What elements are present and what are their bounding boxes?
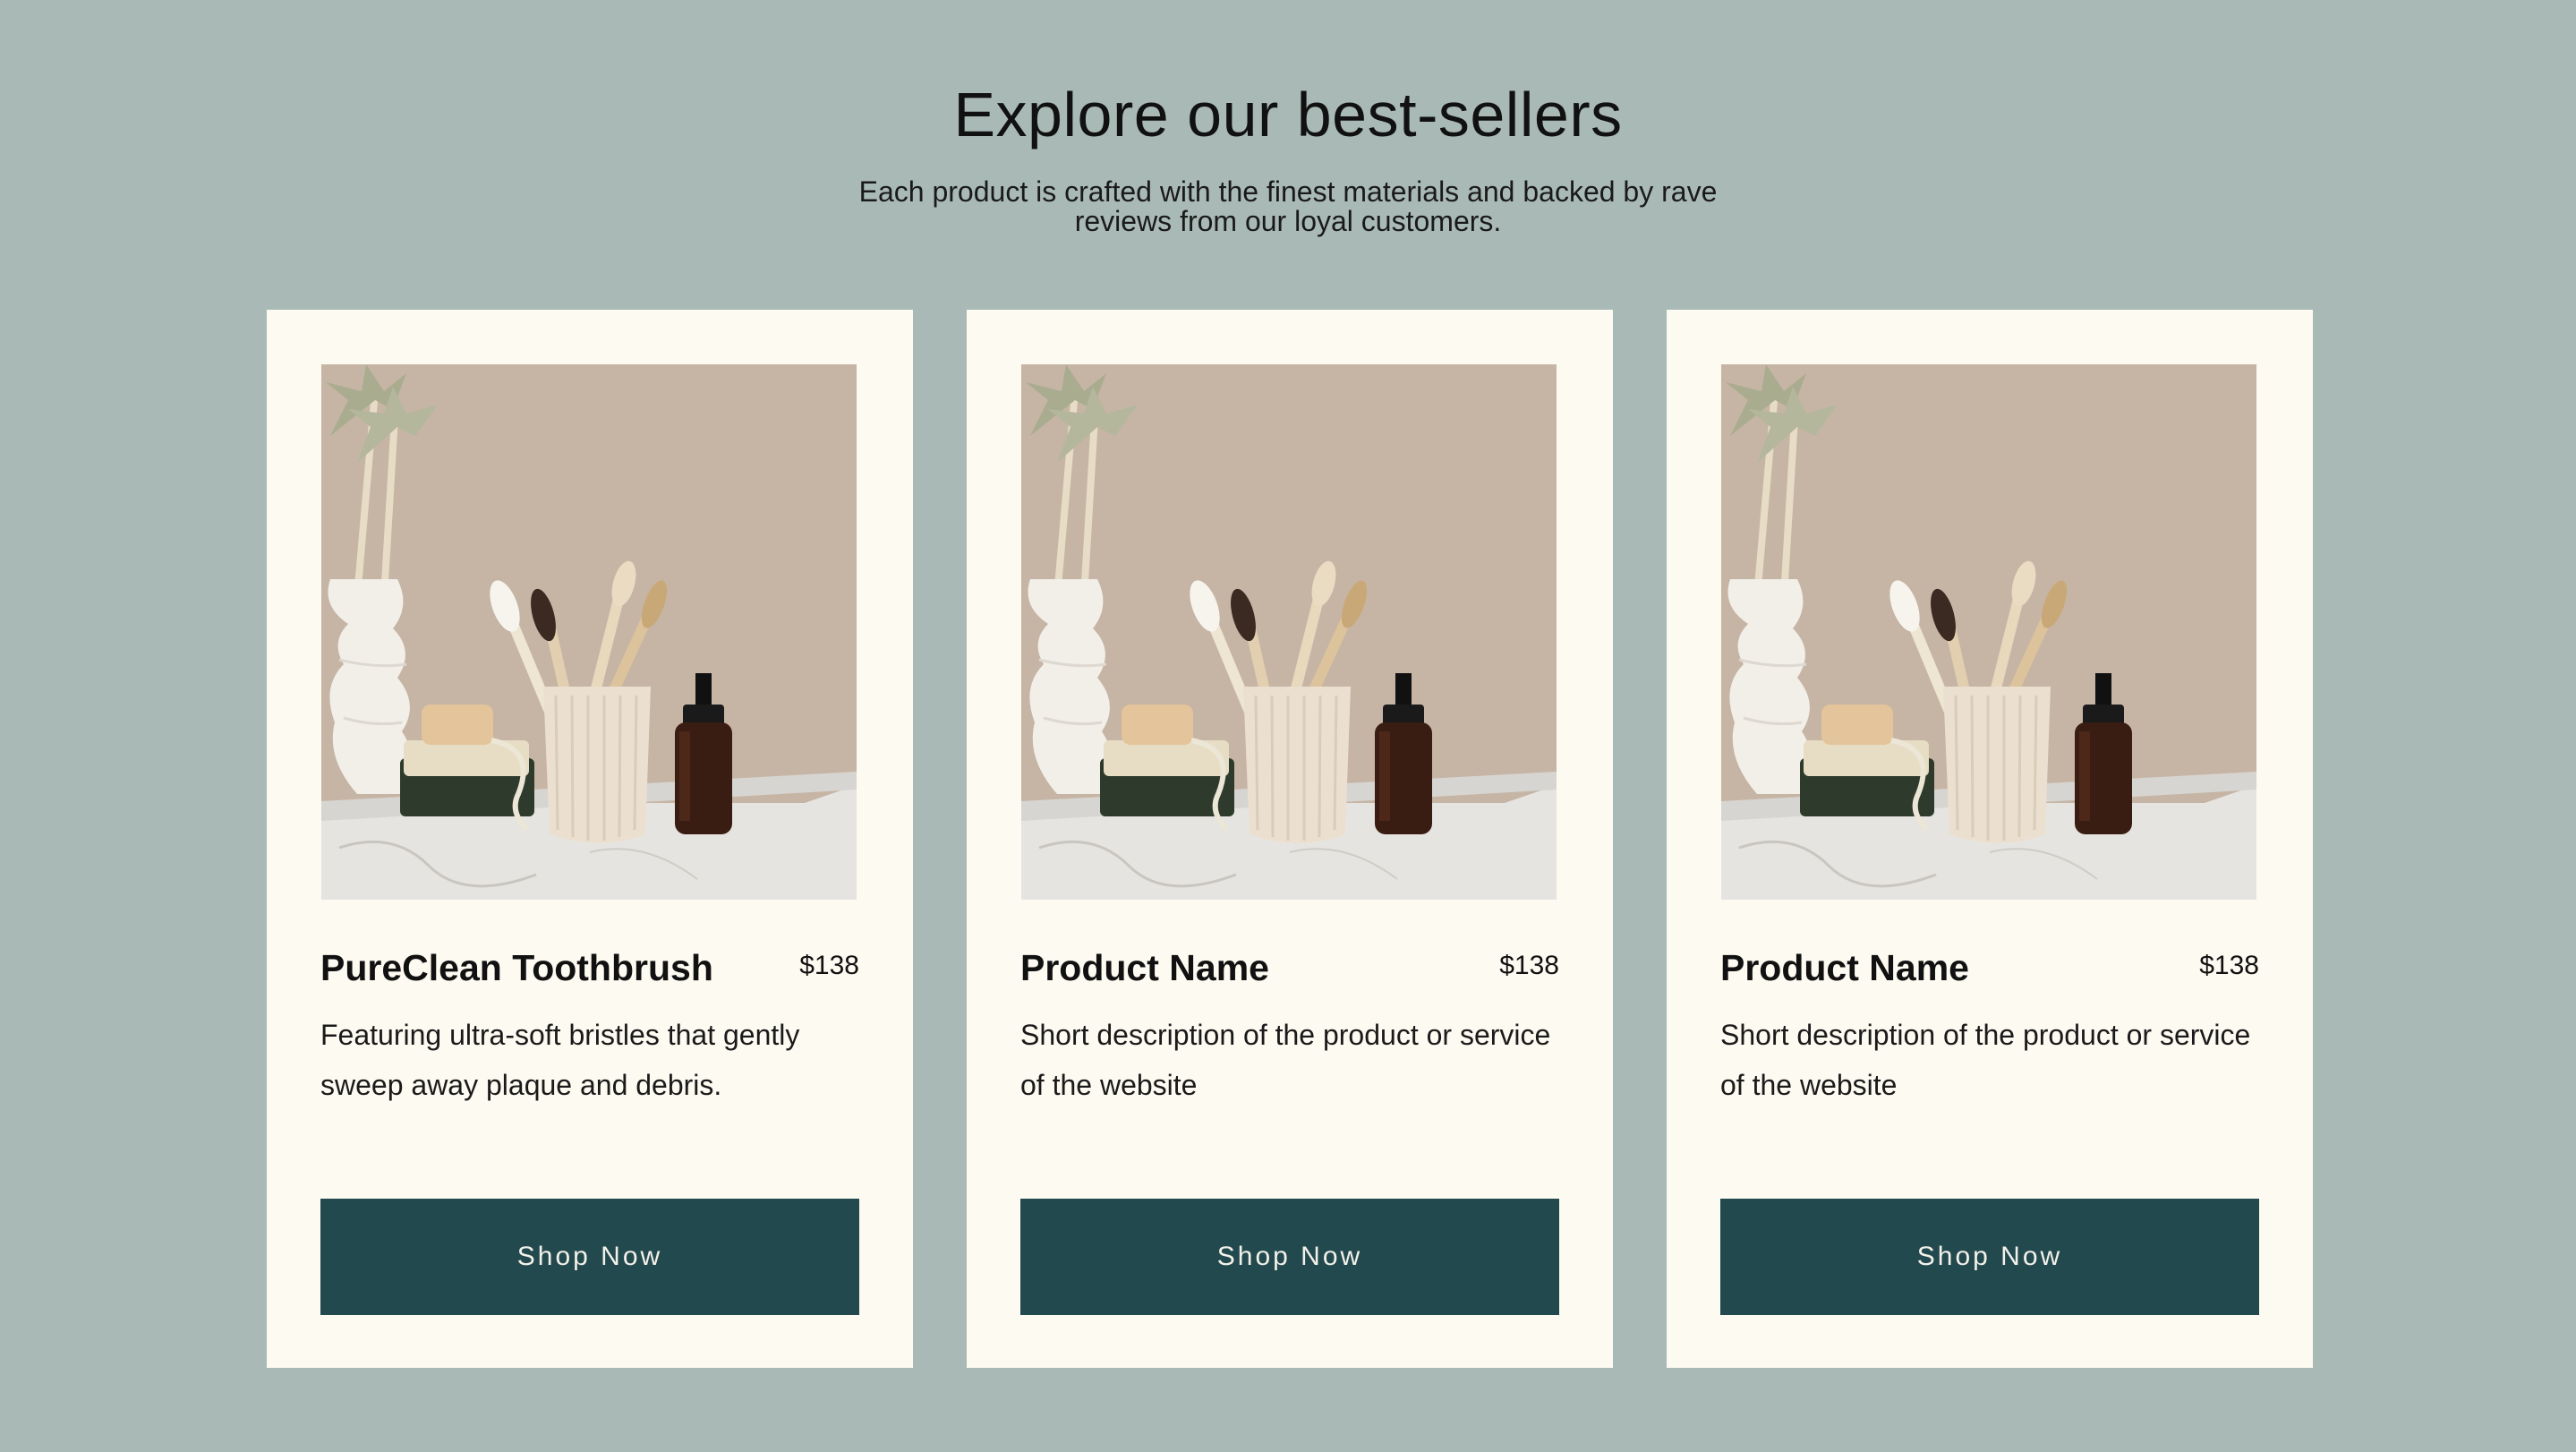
shop-now-button[interactable]: Shop Now: [1720, 1199, 2259, 1315]
product-price: $138: [1499, 951, 1559, 980]
product-name: PureClean Toothbrush: [320, 947, 713, 988]
product-name: Product Name: [1720, 947, 1969, 988]
product-image[interactable]: [1721, 364, 2256, 900]
shop-now-button[interactable]: Shop Now: [320, 1199, 859, 1315]
product-photo-illustration: [321, 364, 857, 900]
product-price: $138: [2199, 951, 2259, 980]
product-card: Product Name $138 Short description of t…: [967, 310, 1613, 1368]
product-description: Short description of the product or serv…: [1020, 1019, 1551, 1101]
section-subtitle: Each product is crafted with the finest …: [858, 175, 1718, 237]
product-price: $138: [799, 951, 859, 980]
product-image[interactable]: [1021, 364, 1557, 900]
product-name: Product Name: [1020, 947, 1269, 988]
shop-now-button[interactable]: Shop Now: [1020, 1199, 1559, 1315]
product-photo-illustration: [1021, 364, 1557, 900]
product-image[interactable]: [321, 364, 857, 900]
best-sellers-section: Explore our best-sellers Each product is…: [0, 0, 2576, 1452]
section-title: Explore our best-sellers: [953, 80, 1623, 149]
product-card: PureClean Toothbrush $138 Featuring ultr…: [267, 310, 913, 1368]
product-card: Product Name $138 Short description of t…: [1667, 310, 2313, 1368]
product-description: Short description of the product or serv…: [1720, 1019, 2251, 1101]
product-photo-illustration: [1721, 364, 2256, 900]
product-description: Featuring ultra-soft bristles that gentl…: [320, 1019, 800, 1101]
